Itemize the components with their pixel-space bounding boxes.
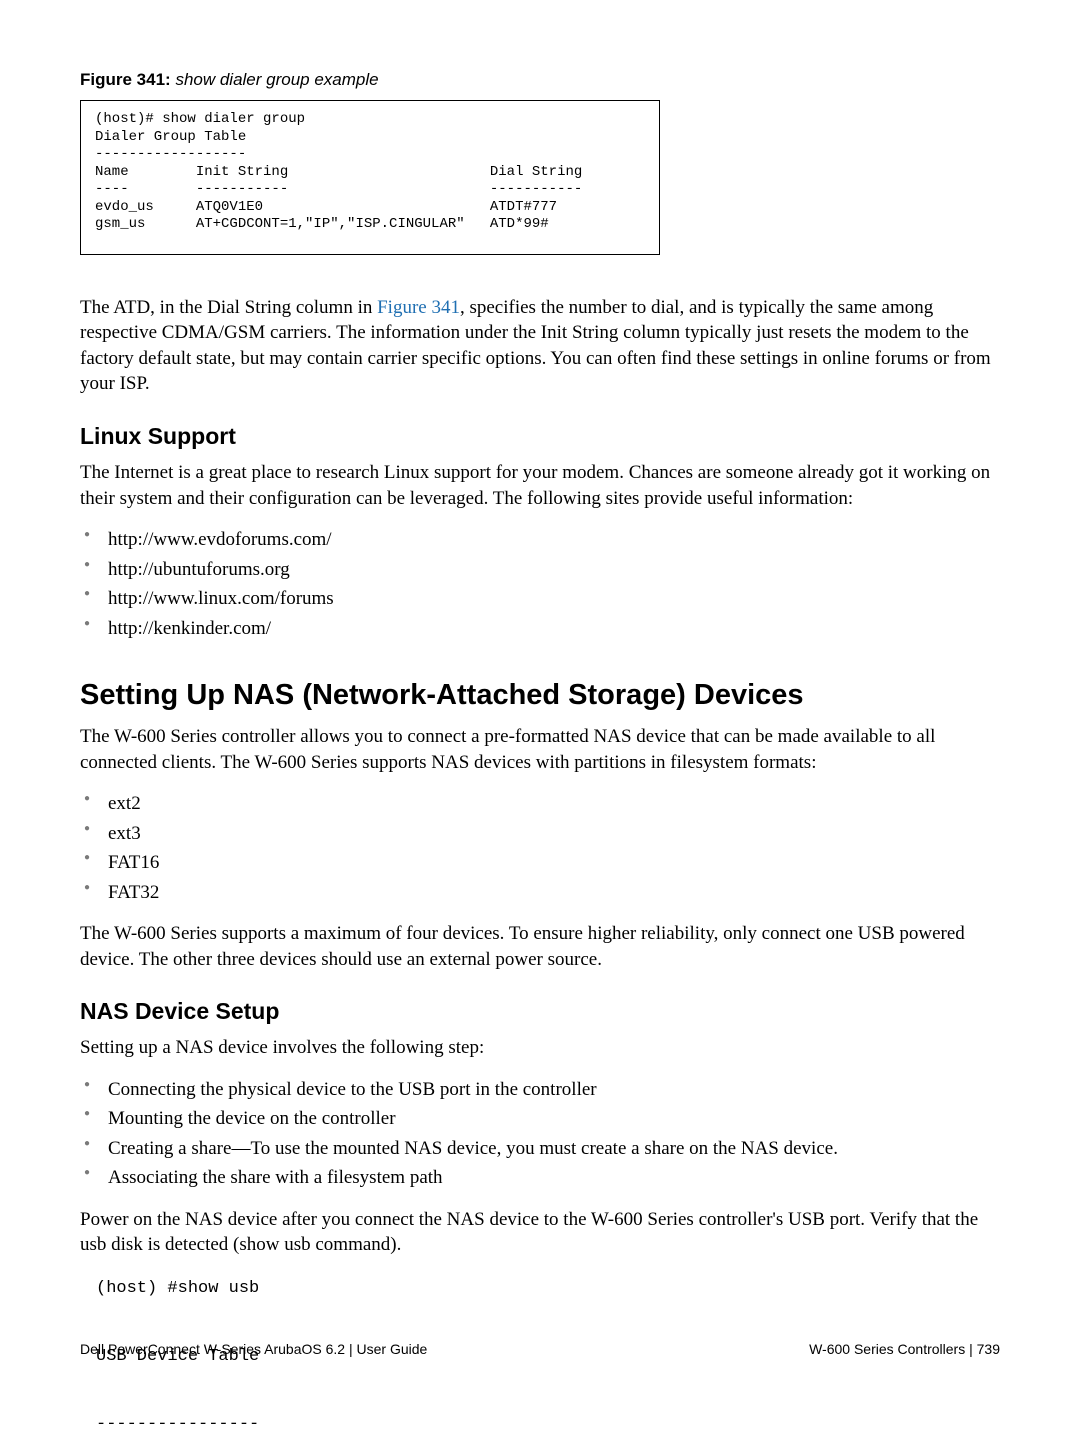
paragraph-setup-intro: Setting up a NAS device involves the fol… (80, 1035, 1000, 1061)
list-item: ext2 (80, 789, 1000, 818)
list-item: FAT16 (80, 848, 1000, 877)
figure-caption: Figure 341: show dialer group example (80, 70, 1000, 90)
heading-nas: Setting Up NAS (Network-Attached Storage… (80, 679, 1000, 712)
footer-section: W-600 Series Controllers | (809, 1341, 973, 1357)
page-footer: Dell PowerConnect W-Series ArubaOS 6.2 |… (80, 1341, 1000, 1357)
list-item: Mounting the device on the controller (80, 1104, 1000, 1133)
setup-steps-list: Connecting the physical device to the US… (80, 1075, 1000, 1193)
linux-links-list: http://www.evdoforums.com/ http://ubuntu… (80, 525, 1000, 643)
figure-title: show dialer group example (175, 70, 378, 89)
footer-page-number: 739 (977, 1341, 1000, 1357)
command-block: (host) #show usb USB Device Table ------… (96, 1272, 1000, 1442)
para1-a: The ATD, in the Dial String column in (80, 297, 377, 318)
paragraph-nas-intro: The W-600 Series controller allows you t… (80, 724, 1000, 775)
list-item: Creating a share—To use the mounted NAS … (80, 1134, 1000, 1163)
paragraph-nas-max: The W-600 Series supports a maximum of f… (80, 921, 1000, 972)
figure-label: Figure 341: (80, 70, 171, 89)
filesystem-list: ext2 ext3 FAT16 FAT32 (80, 789, 1000, 907)
list-item: FAT32 (80, 878, 1000, 907)
heading-linux-support: Linux Support (80, 423, 1000, 450)
figure-code-box: (host)# show dialer group Dialer Group T… (80, 100, 660, 255)
paragraph-linux: The Internet is a great place to researc… (80, 460, 1000, 511)
footer-left: Dell PowerConnect W-Series ArubaOS 6.2 |… (80, 1341, 427, 1357)
heading-nas-setup: NAS Device Setup (80, 998, 1000, 1025)
list-item: http://www.evdoforums.com/ (80, 525, 1000, 554)
list-item: Connecting the physical device to the US… (80, 1075, 1000, 1104)
list-item: http://kenkinder.com/ (80, 614, 1000, 643)
paragraph-setup-power: Power on the NAS device after you connec… (80, 1207, 1000, 1258)
list-item: Associating the share with a filesystem … (80, 1163, 1000, 1192)
list-item: http://www.linux.com/forums (80, 584, 1000, 613)
list-item: ext3 (80, 819, 1000, 848)
list-item: http://ubuntuforums.org (80, 555, 1000, 584)
page: Figure 341: show dialer group example (h… (0, 0, 1080, 1397)
figure-ref-link[interactable]: Figure 341 (377, 297, 460, 318)
paragraph-atd: The ATD, in the Dial String column in Fi… (80, 295, 1000, 398)
footer-right: W-600 Series Controllers | 739 (809, 1341, 1000, 1357)
